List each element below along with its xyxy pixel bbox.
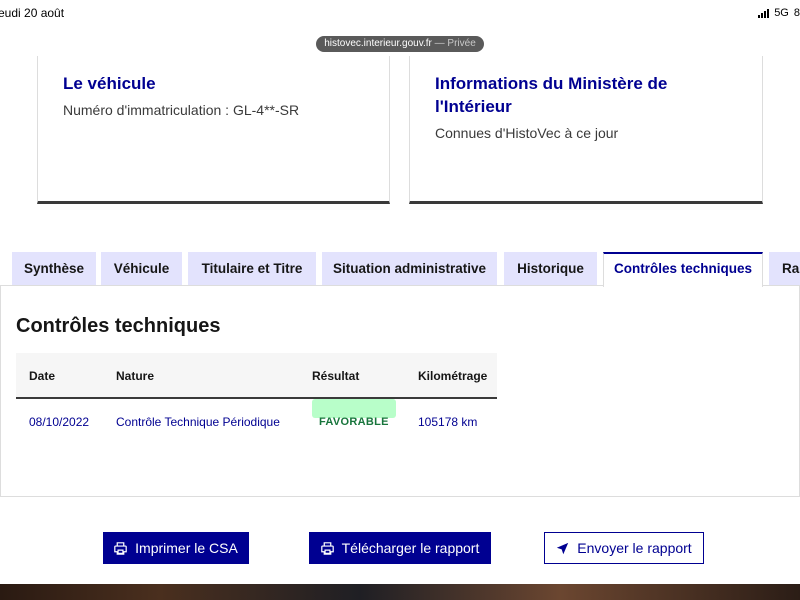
panel-title: Contrôles techniques [16,315,221,337]
tab-titulaire[interactable]: Titulaire et Titre [188,252,316,286]
vehicle-card-title: Le véhicule [63,74,156,93]
tab-bar: Synthèse Véhicule Titulaire et Titre Sit… [0,252,800,287]
status-bar: eudi 20 août 5G 8 [0,0,800,30]
url-bar[interactable]: histovec.interieur.gouv.fr — Privée [316,36,484,52]
send-report-label: Envoyer le rapport [577,540,692,556]
vehicle-registration: Numéro d'immatriculation : GL-4**-SR [63,102,300,118]
send-arrow-icon [556,542,569,555]
status-date: eudi 20 août [0,6,65,20]
battery-label: 8 [793,7,800,19]
url-domain: histovec.interieur.gouv.fr [324,38,432,49]
network-label: 5G [774,7,789,19]
ministry-card-title-line1: Informations du Ministère de [435,74,668,93]
ministry-card-text: Connues d'HistoVec à ce jour [435,125,619,141]
tab-controles-techniques[interactable]: Contrôles techniques [603,252,763,287]
print-csa-label: Imprimer le CSA [135,540,238,556]
vehicle-card: Le véhicule Numéro d'immatriculation : G… [37,56,390,204]
tab-rapport[interactable]: Rap [769,252,800,286]
send-report-button[interactable]: Envoyer le rapport [544,532,704,564]
download-report-button[interactable]: Télécharger le rapport [309,532,491,564]
status-indicators: 5G 8 [758,7,800,19]
printer-icon [320,541,334,555]
col-date: Date [29,369,56,383]
private-mode-label: — Privée [431,38,476,49]
controles-table: Date Nature Résultat Kilométrage 08/10/2… [16,353,497,445]
col-kilometrage: Kilométrage [418,369,488,383]
controles-panel: Contrôles techniques Date Nature Résulta… [0,285,800,497]
printer-icon [114,541,127,555]
row-nature: Contrôle Technique Périodique [116,415,280,429]
tab-synthese[interactable]: Synthèse [12,252,96,286]
result-badge: FAVORABLE [312,399,396,428]
background-photo-strip [0,584,800,600]
ministry-card: Informations du Ministère de l'Intérieur… [409,56,763,204]
col-nature: Nature [116,369,155,383]
row-date: 08/10/2022 [29,415,90,429]
signal-icon [758,8,770,18]
table-header: Date Nature Résultat Kilométrage [16,353,497,399]
row-kilometrage: 105178 km [418,415,478,429]
tab-situation-administrative[interactable]: Situation administrative [322,252,497,286]
tab-historique[interactable]: Historique [504,252,597,286]
col-resultat: Résultat [312,369,360,383]
download-report-label: Télécharger le rapport [341,540,480,556]
ministry-card-title: Informations du Ministère de l'Intérieur [435,72,737,118]
ministry-card-title-line2: l'Intérieur [435,97,512,116]
table-row: 08/10/2022 Contrôle Technique Périodique… [16,399,497,445]
print-csa-button[interactable]: Imprimer le CSA [103,532,249,564]
tab-vehicule[interactable]: Véhicule [101,252,182,286]
